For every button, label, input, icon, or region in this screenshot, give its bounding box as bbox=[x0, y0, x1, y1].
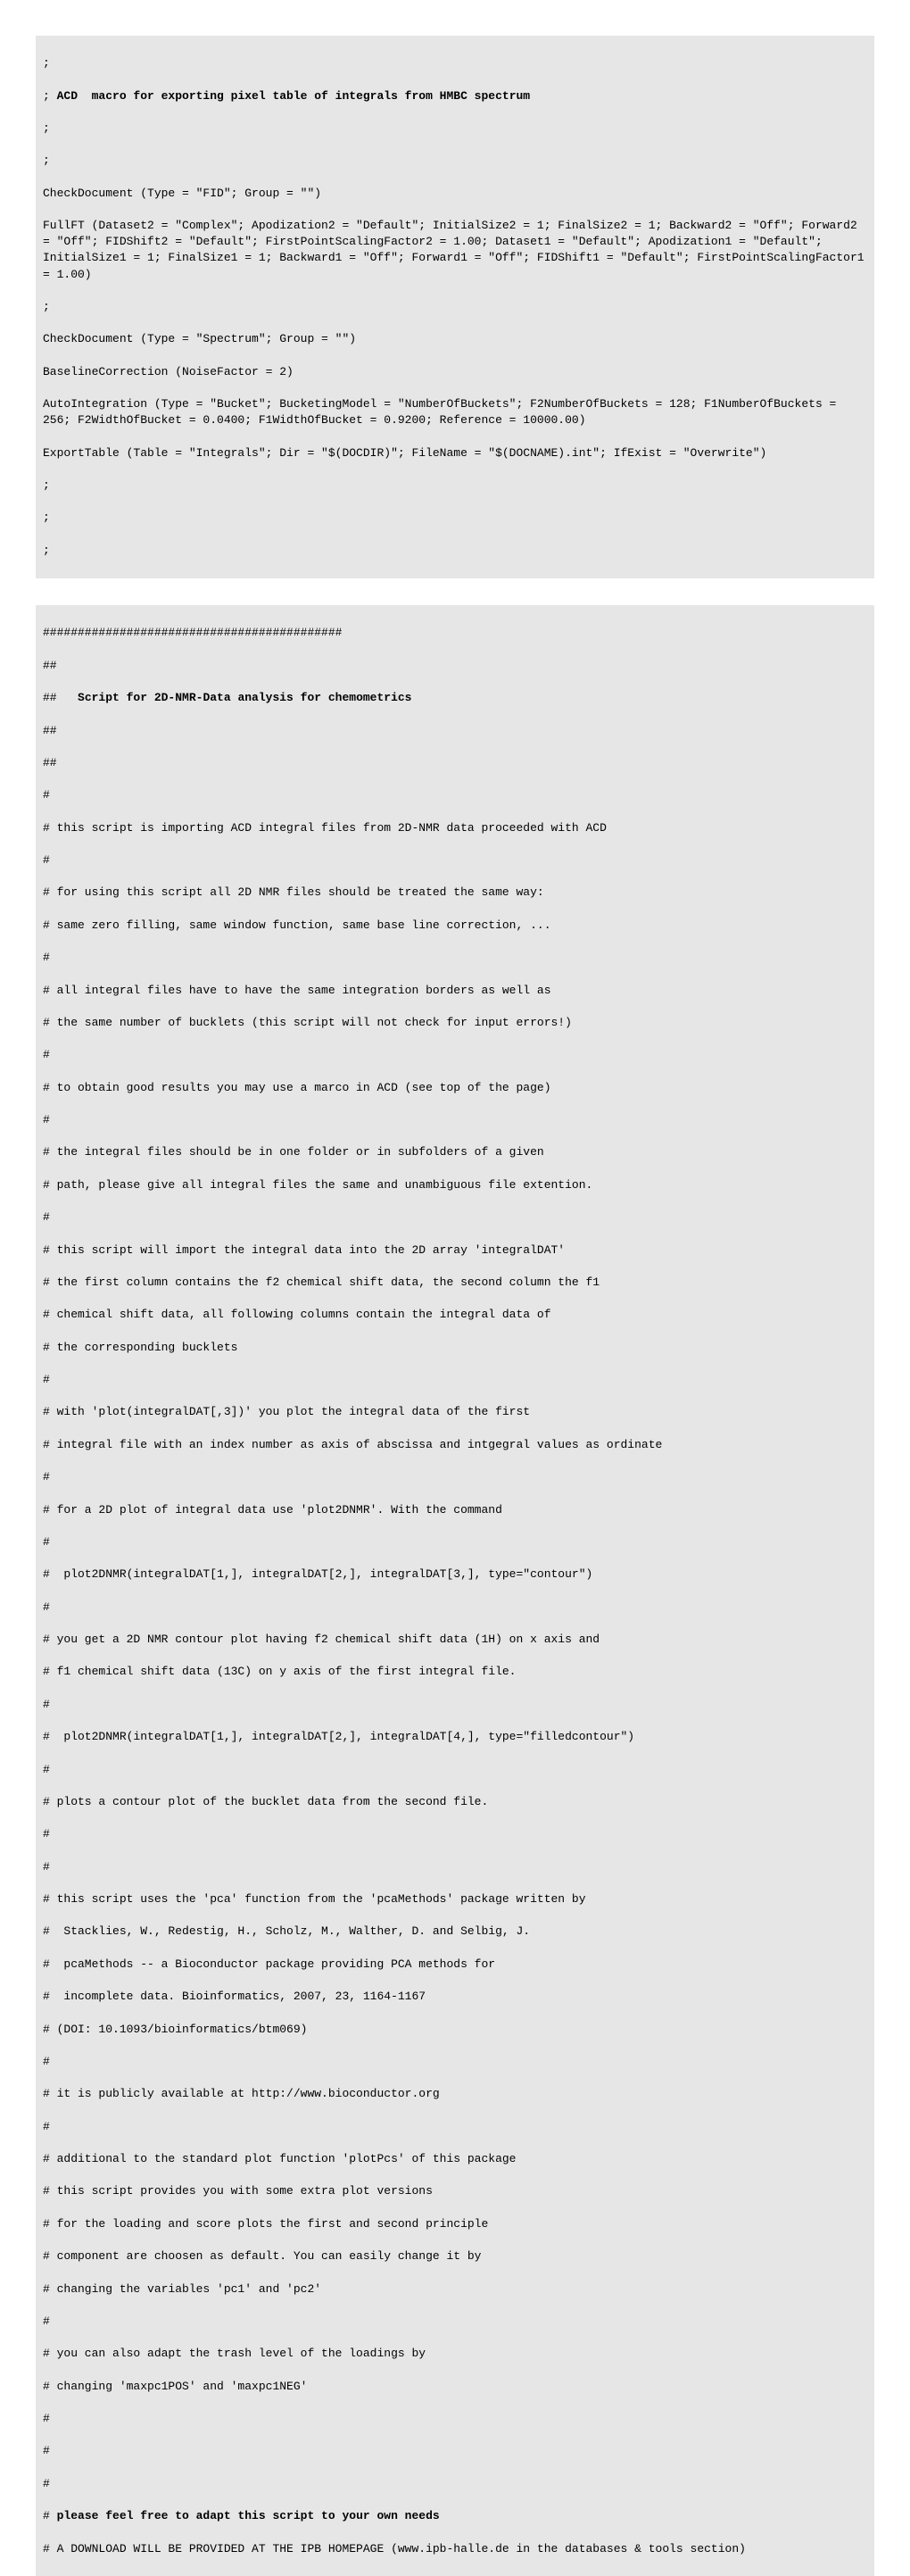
acd-title: ACD macro for exporting pixel table of i… bbox=[57, 89, 531, 103]
script-title: Script for 2D-NMR-Data analysis for chem… bbox=[78, 691, 411, 704]
code-line: ; ACD macro for exporting pixel table of… bbox=[43, 88, 867, 104]
code-line: # (DOI: 10.1093/bioinformatics/btm069) bbox=[43, 2022, 867, 2038]
code-line: # bbox=[43, 950, 867, 966]
code-line: # plot2DNMR(integralDAT[1,], integralDAT… bbox=[43, 1729, 867, 1745]
code-line: # bbox=[43, 1112, 867, 1128]
code-line: # for using this script all 2D NMR files… bbox=[43, 885, 867, 901]
code-line: # this script uses the 'pca' function fr… bbox=[43, 1891, 867, 1907]
code-line: # component are choosen as default. You … bbox=[43, 2248, 867, 2264]
code-line: ########################################… bbox=[43, 625, 867, 641]
r-script-block: ########################################… bbox=[36, 605, 874, 2576]
code-line: CheckDocument (Type = "Spectrum"; Group … bbox=[43, 331, 867, 347]
code-line: # the integral files should be in one fo… bbox=[43, 1144, 867, 1160]
code-line: # for the loading and score plots the fi… bbox=[43, 2216, 867, 2232]
code-line: # same zero filling, same window functio… bbox=[43, 918, 867, 934]
code-line: # path, please give all integral files t… bbox=[43, 1177, 867, 1193]
code-line: # bbox=[43, 1697, 867, 1713]
code-line: ; bbox=[43, 120, 867, 137]
code-line: ## bbox=[43, 755, 867, 771]
code-line: ; bbox=[43, 478, 867, 494]
code-line: # bbox=[43, 852, 867, 868]
code-line: # changing 'maxpc1POS' and 'maxpc1NEG' bbox=[43, 2379, 867, 2395]
code-line: ## Script for 2D-NMR-Data analysis for c… bbox=[43, 690, 867, 706]
code-line: # it is publicly available at http://www… bbox=[43, 2086, 867, 2102]
adapt-note: please feel free to adapt this script to… bbox=[57, 2509, 440, 2522]
code-line: ## bbox=[43, 723, 867, 739]
acd-macro-block: ; ; ACD macro for exporting pixel table … bbox=[36, 36, 874, 578]
code-line: # the same number of bucklets (this scri… bbox=[43, 1015, 867, 1031]
code-line: ; bbox=[43, 543, 867, 559]
code-line: CheckDocument (Type = "FID"; Group = "") bbox=[43, 186, 867, 202]
code-line: # additional to the standard plot functi… bbox=[43, 2151, 867, 2167]
code-line: # you can also adapt the trash level of … bbox=[43, 2346, 867, 2362]
code-line: # bbox=[43, 2476, 867, 2492]
code-line: # incomplete data. Bioinformatics, 2007,… bbox=[43, 1989, 867, 2005]
code-line: # bbox=[43, 1534, 867, 1550]
code-line: BaselineCorrection (NoiseFactor = 2) bbox=[43, 364, 867, 380]
code-line: # bbox=[43, 2054, 867, 2070]
code-line: # bbox=[43, 1762, 867, 1778]
code-line: # bbox=[43, 2411, 867, 2427]
code-line: # Stacklies, W., Redestig, H., Scholz, M… bbox=[43, 1924, 867, 1940]
code-line: ; bbox=[43, 55, 867, 71]
code-line: # bbox=[43, 1600, 867, 1616]
code-line: ExportTable (Table = "Integrals"; Dir = … bbox=[43, 445, 867, 461]
code-line: AutoIntegration (Type = "Bucket"; Bucket… bbox=[43, 396, 867, 428]
code-line: # bbox=[43, 2443, 867, 2459]
code-line: # changing the variables 'pc1' and 'pc2' bbox=[43, 2281, 867, 2298]
code-line: # bbox=[43, 2314, 867, 2330]
code-line: # the first column contains the f2 chemi… bbox=[43, 1275, 867, 1291]
code-line: # all integral files have to have the sa… bbox=[43, 983, 867, 999]
code-line: # A DOWNLOAD WILL BE PROVIDED AT THE IPB… bbox=[43, 2541, 867, 2557]
code-line: # plots a contour plot of the bucklet da… bbox=[43, 1794, 867, 1810]
code-line: FullFT (Dataset2 = "Complex"; Apodizatio… bbox=[43, 218, 867, 283]
code-line: # the corresponding bucklets bbox=[43, 1340, 867, 1356]
code-line: # bbox=[43, 787, 867, 803]
code-line: # with 'plot(integralDAT[,3])' you plot … bbox=[43, 1404, 867, 1420]
code-line: # bbox=[43, 1372, 867, 1388]
code-line: ; bbox=[43, 510, 867, 526]
code-line: # bbox=[43, 1859, 867, 1875]
code-line: # pcaMethods -- a Bioconductor package p… bbox=[43, 1957, 867, 1973]
code-line: ## bbox=[43, 658, 867, 674]
code-line: # f1 chemical shift data (13C) on y axis… bbox=[43, 1664, 867, 1680]
code-line: ; bbox=[43, 153, 867, 169]
code-line: # this script is importing ACD integral … bbox=[43, 820, 867, 836]
code-line: # this script provides you with some ext… bbox=[43, 2183, 867, 2199]
code-line: # please feel free to adapt this script … bbox=[43, 2508, 867, 2524]
code-line: # to obtain good results you may use a m… bbox=[43, 1080, 867, 1096]
code-line: # bbox=[43, 2119, 867, 2135]
code-line: # bbox=[43, 1826, 867, 1842]
code-line: # you get a 2D NMR contour plot having f… bbox=[43, 1632, 867, 1648]
code-line: # bbox=[43, 1209, 867, 1226]
code-line: # for a 2D plot of integral data use 'pl… bbox=[43, 1502, 867, 1518]
code-line: # plot2DNMR(integralDAT[1,], integralDAT… bbox=[43, 1566, 867, 1583]
code-line: # this script will import the integral d… bbox=[43, 1242, 867, 1259]
code-line: # integral file with an index number as … bbox=[43, 1437, 867, 1453]
code-line: # bbox=[43, 1469, 867, 1485]
code-line: ; bbox=[43, 299, 867, 315]
code-line: # chemical shift data, all following col… bbox=[43, 1307, 867, 1323]
code-line: # bbox=[43, 1047, 867, 1063]
